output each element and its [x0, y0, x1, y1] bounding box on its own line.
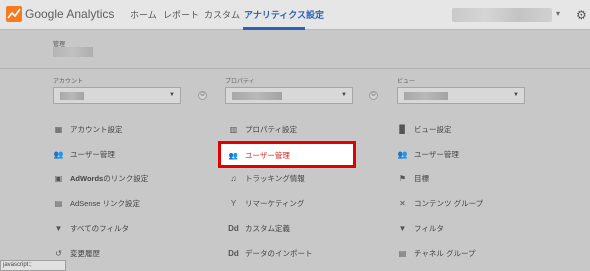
item-label: フィルタ — [414, 223, 444, 233]
top-bar: Google Analytics ホーム レポート カスタム アナリティクス設定… — [0, 0, 590, 30]
view-select-value-redacted — [404, 92, 448, 100]
item-label: ユーザー管理 — [70, 149, 115, 159]
nav-admin[interactable]: アナリティクス設定 — [244, 0, 324, 30]
document-icon: ▉ — [399, 124, 406, 134]
item-label: アカウント設定 — [70, 124, 123, 134]
item-label: ユーザー管理 — [414, 149, 459, 159]
building-icon: ▦ — [54, 124, 63, 134]
item-label: データのインポート — [245, 248, 313, 258]
analytics-logo-icon[interactable] — [6, 6, 22, 22]
users-icon: 👥 — [53, 149, 64, 159]
logo-text[interactable]: Google Analytics — [25, 7, 114, 21]
account-column-label: アカウント — [53, 79, 84, 85]
item-label: のリンク設定 — [103, 173, 149, 183]
person-icon: ✕ — [399, 198, 406, 208]
column-arrow-icon: ⊖ — [369, 91, 378, 100]
nav-custom[interactable]: カスタム — [204, 0, 240, 30]
account-user-management-link[interactable]: 👥 ユーザー管理 — [53, 146, 115, 162]
adsense-linking-link[interactable]: ▤ AdSense リンク設定 — [53, 195, 140, 211]
view-user-management-link[interactable]: 👥 ユーザー管理 — [397, 146, 459, 162]
item-label: プロパティ設定 — [245, 124, 298, 134]
account-name-redacted — [53, 47, 93, 57]
change-history-link[interactable]: ↺ 変更履歴 — [53, 245, 100, 261]
chevron-down-icon: ▼ — [513, 92, 519, 98]
property-settings-link[interactable]: ▥ プロパティ設定 — [228, 121, 297, 137]
chevron-down-icon: ▼ — [341, 92, 347, 98]
chevron-down-icon: ▼ — [169, 92, 175, 98]
account-settings-link[interactable]: ▦ アカウント設定 — [53, 121, 123, 137]
remarketing-icon: Y — [230, 198, 237, 208]
custom-definitions-link[interactable]: Dd カスタム定義 — [228, 220, 290, 236]
filter-icon: ▼ — [54, 223, 63, 233]
column-arrow-icon: ⊖ — [198, 91, 207, 100]
view-settings-link[interactable]: ▉ ビュー設定 — [397, 121, 452, 137]
users-icon: 👥 — [397, 149, 408, 159]
tracking-info-link[interactable]: ♫ トラッキング情報 — [228, 170, 305, 186]
property-user-management-link[interactable]: 👥 ユーザー管理 — [228, 147, 290, 163]
active-nav-underline — [243, 27, 305, 30]
nav-home[interactable]: ホーム — [130, 0, 157, 30]
content-grouping-link[interactable]: ✕ コンテンツ グループ — [397, 195, 483, 211]
adsense-icon: ▤ — [54, 198, 63, 208]
account-select-value-redacted — [60, 92, 84, 100]
channel-grouping-link[interactable]: ▤ チャネル グループ — [397, 245, 476, 261]
item-label-bold: AdWords — [70, 173, 104, 183]
all-filters-link[interactable]: ▼ すべてのフィルタ — [53, 220, 130, 236]
data-import-link[interactable]: Dd データのインポート — [228, 245, 313, 261]
item-label: コンテンツ グループ — [414, 198, 484, 208]
channel-icon: ▤ — [398, 248, 407, 258]
tracking-icon: ♫ — [230, 173, 237, 183]
view-filters-link[interactable]: ▼ フィルタ — [397, 220, 444, 236]
filter-icon: ▼ — [398, 223, 407, 233]
property-icon: ▥ — [229, 124, 238, 134]
item-label: リマーケティング — [245, 198, 305, 208]
account-select[interactable]: ▼ — [53, 87, 181, 104]
dd-icon: Dd — [228, 248, 239, 258]
item-label: AdSense リンク設定 — [70, 198, 141, 208]
item-label: カスタム定義 — [245, 223, 290, 233]
item-label: すべてのフィルタ — [70, 223, 130, 233]
adwords-icon: ▣ — [54, 173, 63, 183]
history-icon: ↺ — [55, 248, 62, 258]
dd-icon: Dd — [228, 223, 239, 233]
property-column-label: プロパティ — [225, 79, 255, 85]
item-label: ユーザー管理 — [245, 150, 290, 160]
browser-status-bar: javascript:; — [0, 260, 66, 271]
divider — [0, 68, 590, 69]
item-label: 変更履歴 — [70, 248, 100, 258]
users-icon: 👥 — [228, 150, 239, 160]
view-select[interactable]: ▼ — [397, 87, 525, 104]
goals-link[interactable]: ⚑ 目標 — [397, 170, 429, 186]
gear-icon[interactable]: ⚙ — [576, 8, 587, 22]
flag-icon: ⚑ — [398, 173, 407, 183]
item-label: トラッキング情報 — [245, 173, 305, 183]
account-selector[interactable] — [452, 8, 552, 22]
item-label: 目標 — [414, 173, 429, 183]
property-select-value-redacted — [232, 92, 282, 100]
nav-reports[interactable]: レポート — [163, 0, 199, 30]
adwords-linking-link[interactable]: ▣ AdWords のリンク設定 — [53, 170, 148, 186]
item-label: ビュー設定 — [414, 124, 452, 134]
property-select[interactable]: ▼ — [225, 87, 353, 104]
view-column-label: ビュー — [397, 79, 416, 85]
chevron-down-icon[interactable]: ▾ — [556, 9, 560, 18]
remarketing-link[interactable]: Y リマーケティング — [228, 195, 305, 211]
item-label: チャネル グループ — [414, 248, 476, 258]
